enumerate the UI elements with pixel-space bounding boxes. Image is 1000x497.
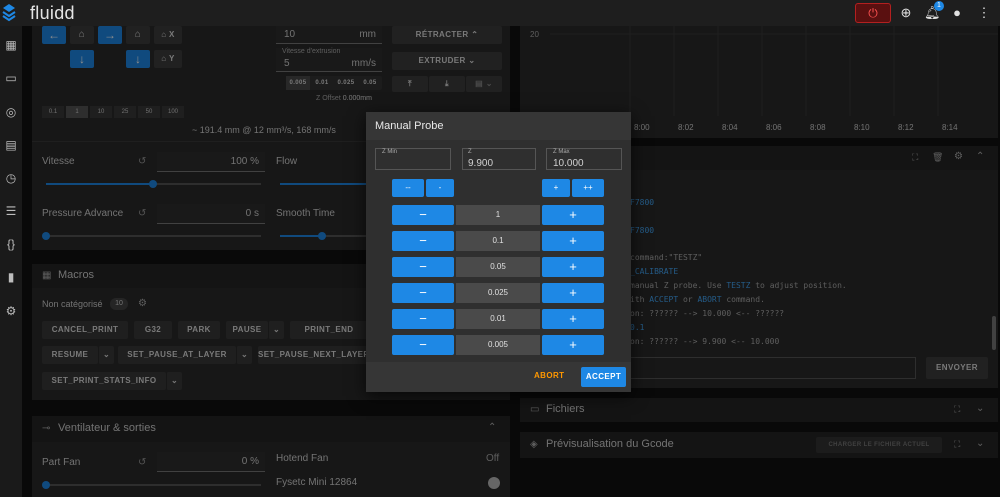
dialog-header: Manual Probe bbox=[366, 112, 631, 140]
probe-plus-0.01-button[interactable]: + bbox=[542, 309, 604, 329]
probe-step-0.05: 0.05 bbox=[456, 257, 540, 277]
tune-icon[interactable]: ☰ bbox=[2, 202, 20, 220]
accept-button[interactable]: ACCEPT bbox=[581, 367, 626, 387]
probe-plus-0.1-button[interactable]: + bbox=[542, 231, 604, 251]
z-current-field: Z 9.900 bbox=[462, 148, 536, 170]
probe-double-down-button[interactable]: -- bbox=[392, 179, 424, 197]
probe-step-1: 1 bbox=[456, 205, 540, 225]
more-menu-icon[interactable]: ⋮ bbox=[976, 5, 992, 21]
probe-minus-0.05-button[interactable]: − bbox=[392, 257, 454, 277]
probe-plus-1-button[interactable]: + bbox=[542, 205, 604, 225]
probe-minus-0.005-button[interactable]: − bbox=[392, 335, 454, 355]
probe-plus-0.005-button[interactable]: + bbox=[542, 335, 604, 355]
probe-up-button[interactable]: + bbox=[542, 179, 570, 197]
console-icon[interactable]: ▭ bbox=[2, 69, 20, 87]
manual-probe-dialog: Manual Probe Z Min Z 9.900 Z Max 10.000 … bbox=[366, 112, 631, 392]
probe-plus-0.025-button[interactable]: + bbox=[542, 283, 604, 303]
z-max-field: Z Max 10.000 bbox=[546, 148, 622, 170]
config-icon[interactable]: {} bbox=[2, 235, 20, 253]
files-icon[interactable]: ▤ bbox=[2, 136, 20, 154]
probe-step-0.1: 0.1 bbox=[456, 231, 540, 251]
probe-minus-0.1-button[interactable]: − bbox=[392, 231, 454, 251]
probe-down-button[interactable]: - bbox=[426, 179, 454, 197]
history-icon[interactable]: ◷ bbox=[2, 169, 20, 187]
navigation-sidebar: ▦ ▭ ◎ ▤ ◷ ☰ {} ▮ ⚙ bbox=[0, 26, 22, 497]
webcam-icon[interactable]: ◎ bbox=[2, 103, 20, 121]
notification-badge: 1 bbox=[934, 1, 944, 11]
probe-minus-1-button[interactable]: − bbox=[392, 205, 454, 225]
probe-step-0.005: 0.005 bbox=[456, 335, 540, 355]
abort-button[interactable]: ABORT bbox=[534, 371, 564, 380]
upload-icon[interactable]: ⊕ bbox=[898, 5, 914, 21]
app-bar: fluidd ⏻ ⊕ 🔔︎ 1 ● ⋮ bbox=[0, 0, 1000, 26]
z-min-field: Z Min bbox=[375, 148, 451, 170]
probe-double-up-button[interactable]: ++ bbox=[572, 179, 604, 197]
dashboard-icon[interactable]: ▦ bbox=[2, 36, 20, 54]
dialog-actions: ABORT ACCEPT bbox=[366, 362, 631, 392]
app-title: fluidd bbox=[30, 3, 75, 23]
probe-minus-0.01-button[interactable]: − bbox=[392, 309, 454, 329]
user-account-icon[interactable]: ● bbox=[949, 5, 965, 21]
settings-gear-icon[interactable]: ⚙ bbox=[2, 302, 20, 320]
system-icon[interactable]: ▮ bbox=[2, 268, 20, 286]
probe-minus-0.025-button[interactable]: − bbox=[392, 283, 454, 303]
fluidd-logo-icon bbox=[2, 4, 16, 22]
probe-step-0.01: 0.01 bbox=[456, 309, 540, 329]
dialog-title: Manual Probe bbox=[375, 120, 444, 132]
probe-plus-0.05-button[interactable]: + bbox=[542, 257, 604, 277]
probe-step-0.025: 0.025 bbox=[456, 283, 540, 303]
emergency-stop-button[interactable]: ⏻ bbox=[855, 3, 891, 23]
